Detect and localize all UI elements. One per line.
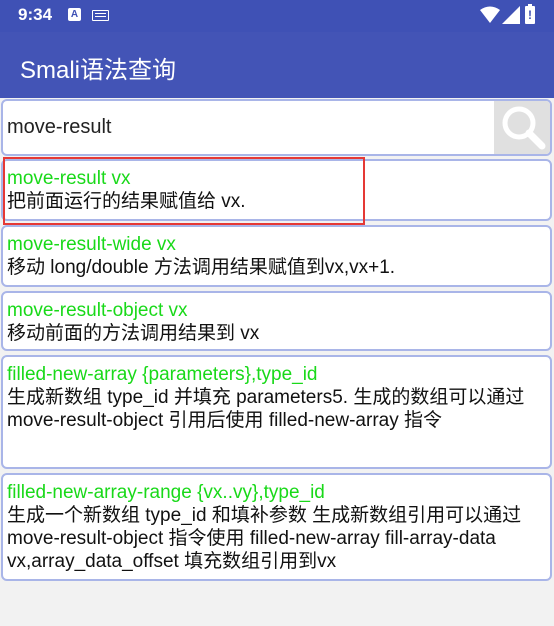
result-title: move-result vx (7, 168, 131, 189)
result-item[interactable]: filled-new-array {parameters},type_id 生成… (1, 355, 552, 469)
keyboard-icon (92, 10, 109, 21)
status-time: 9:34 (18, 5, 53, 24)
result-description: 移动前面的方法调用结果到 vx (7, 323, 260, 344)
result-item[interactable]: filled-new-array-range {vx..vy},type_id … (1, 473, 552, 581)
result-item[interactable]: move-result vx 把前面运行的结果赋值给 vx. (1, 159, 552, 221)
search-input[interactable] (7, 101, 495, 154)
result-title: move-result-wide vx (7, 234, 176, 255)
result-title: move-result-object vx (7, 300, 188, 321)
app-bar: Smali语法查询 (0, 32, 554, 98)
battery-icon: ! (525, 4, 535, 24)
search-bar (1, 99, 552, 156)
result-description: 生成新数组 type_id 并填充 parameters5. 生成的数组可以通过… (7, 387, 525, 431)
result-item[interactable]: move-result-object vx 移动前面的方法调用结果到 vx (1, 291, 552, 351)
results-list: move-result vx 把前面运行的结果赋值给 vx. move-resu… (1, 159, 552, 585)
wifi-icon (480, 6, 500, 23)
result-title: filled-new-array {parameters},type_id (7, 364, 318, 385)
magnifier-icon (502, 106, 546, 150)
result-description: 生成一个新数组 type_id 和填补参数 生成新数组引用可以通过 move-r… (7, 505, 522, 572)
result-item[interactable]: move-result-wide vx 移动 long/double 方法调用结… (1, 225, 552, 287)
status-bar: 9:34 A ! (0, 0, 554, 32)
search-button[interactable] (494, 101, 550, 154)
result-title: filled-new-array-range {vx..vy},type_id (7, 482, 325, 503)
result-description: 移动 long/double 方法调用结果赋值到vx,vx+1. (7, 257, 396, 278)
notification-a-icon: A (68, 8, 81, 21)
result-description: 把前面运行的结果赋值给 vx. (7, 191, 246, 212)
app-title: Smali语法查询 (20, 57, 177, 84)
signal-icon (502, 6, 520, 24)
